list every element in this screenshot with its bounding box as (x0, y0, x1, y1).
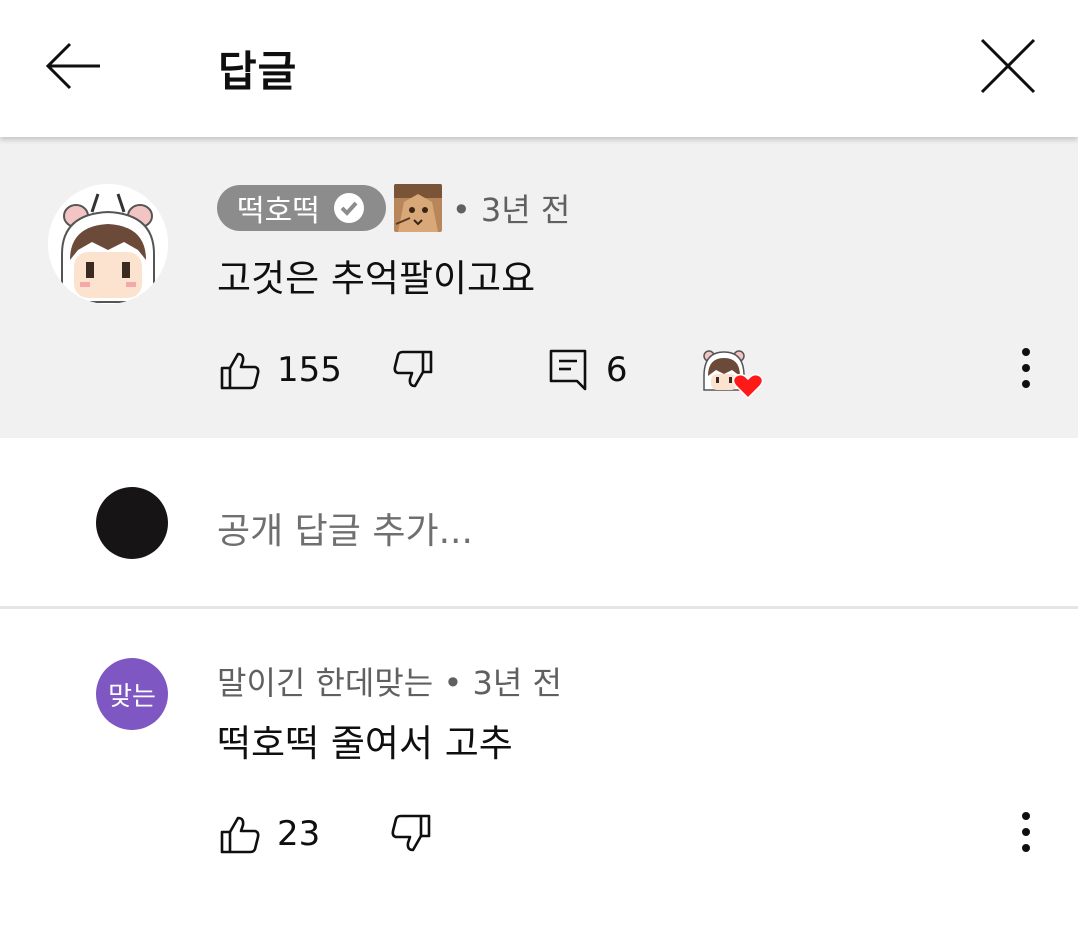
parent-comment: 떡호떡 • 3년 전 고것은 추억팔이고요 155 6 (0, 137, 1078, 438)
close-icon (980, 38, 1036, 94)
member-badge-icon (393, 184, 442, 232)
more-vertical-icon (1022, 348, 1030, 388)
author-name: 떡호떡 (237, 194, 320, 229)
like-button[interactable] (217, 811, 263, 857)
reply-text: 떡호떡 줄여서 고추 (217, 722, 513, 765)
like-count: 23 (277, 814, 321, 854)
like-button[interactable] (217, 347, 263, 393)
reply-input[interactable]: 공개 답글 추가... (217, 502, 473, 554)
more-options-button[interactable] (1006, 802, 1046, 862)
more-options-button[interactable] (1006, 338, 1046, 398)
thumbs-down-icon (391, 814, 431, 852)
back-button[interactable] (40, 34, 106, 100)
thumbs-up-icon (220, 352, 260, 390)
heart-icon (732, 373, 764, 400)
reply-actions: 23 (217, 804, 434, 864)
comment-meta: 떡호떡 • 3년 전 (217, 184, 570, 232)
reply-meta: 말이긴 한데맞는 • 3년 전 (217, 658, 562, 704)
comment-text: 고것은 추억팔이고요 (217, 257, 536, 300)
comment-actions: 155 6 (217, 340, 628, 400)
verified-check-icon (333, 193, 364, 223)
thumbs-up-icon (220, 816, 260, 854)
reply-button[interactable] (546, 347, 592, 393)
dislike-button[interactable] (388, 811, 434, 857)
user-avatar[interactable] (96, 487, 168, 559)
more-vertical-icon (1022, 812, 1030, 852)
reply-comment-icon (549, 349, 587, 391)
avatar[interactable] (48, 184, 168, 304)
avatar[interactable]: 맞는 (96, 658, 168, 730)
top-bar: 답글 (0, 0, 1078, 137)
close-button[interactable] (974, 34, 1042, 102)
author-chip[interactable]: 떡호떡 (217, 185, 386, 231)
reply-input-row: 공개 답글 추가... (0, 438, 1078, 607)
pixel-character-avatar (48, 184, 168, 304)
reply-count: 6 (605, 350, 628, 390)
dislike-button[interactable] (390, 347, 436, 393)
comment-time: • 3년 전 (443, 664, 562, 702)
thumbs-down-icon (393, 350, 433, 388)
arrow-left-icon (45, 42, 100, 90)
divider (0, 606, 1078, 609)
creator-heart-badge (702, 346, 766, 402)
comment-time: • 3년 전 (451, 191, 571, 229)
page-title: 답글 (218, 47, 298, 96)
like-count: 155 (277, 350, 342, 390)
author-name[interactable]: 말이긴 한데맞는 (217, 664, 433, 702)
